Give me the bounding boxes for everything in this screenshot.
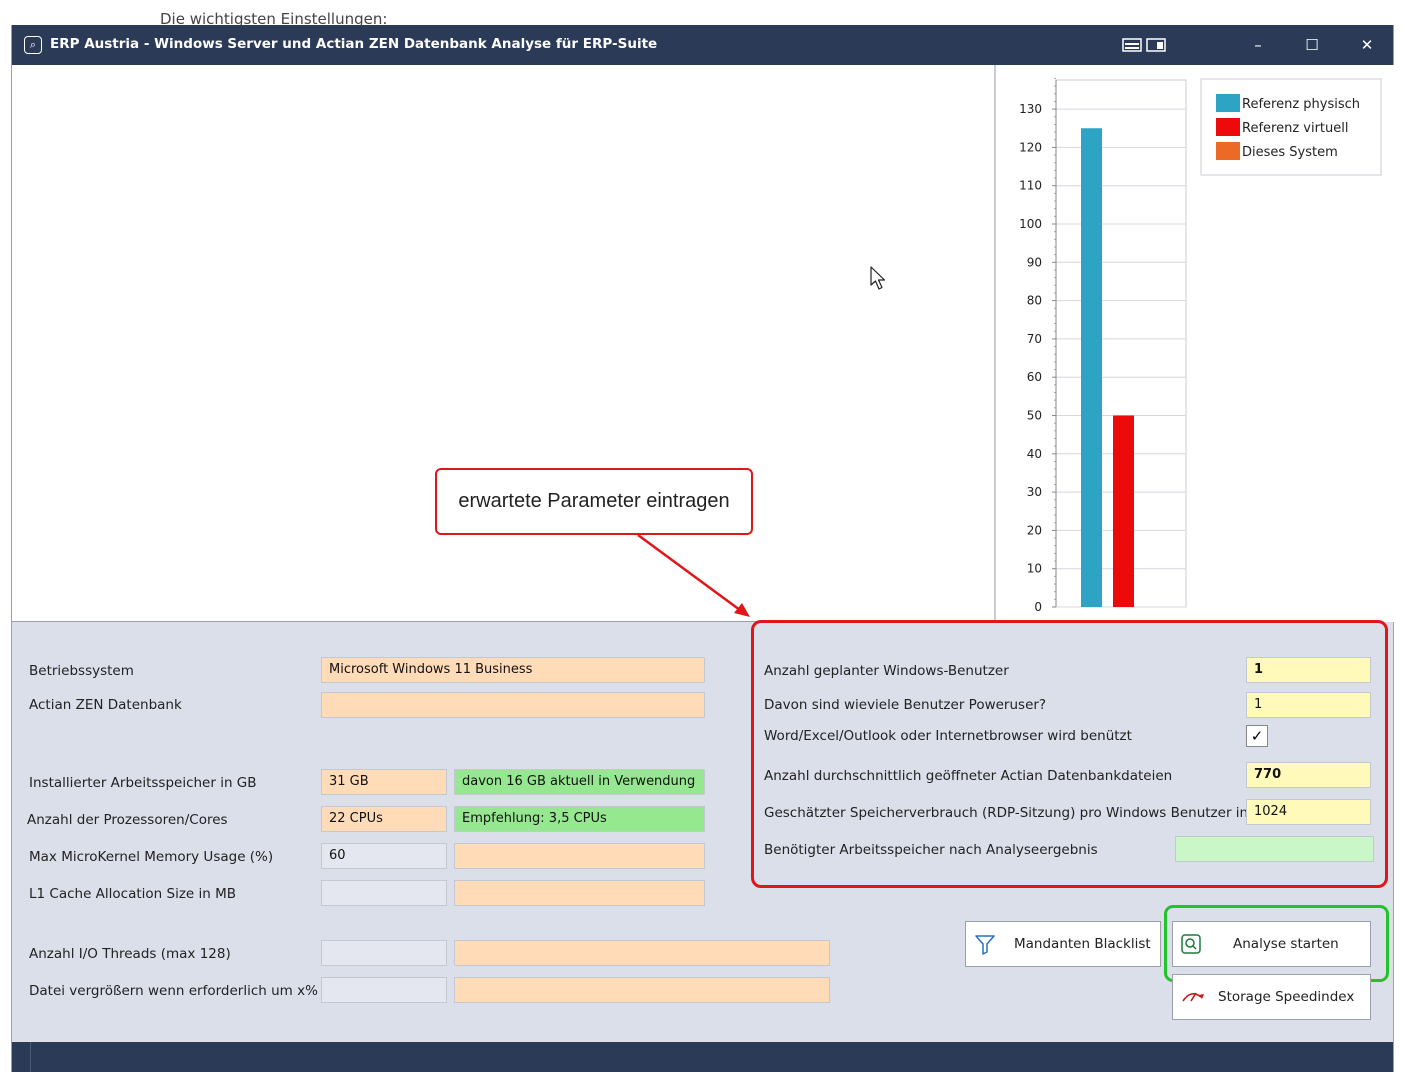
- background-window-text: Die wichtigsten Einstellungen:: [160, 10, 388, 26]
- y-tick-label: 40: [1027, 447, 1042, 461]
- cpu-field[interactable]: 22 CPUs: [321, 806, 447, 832]
- maximize-button[interactable]: ☐: [1300, 33, 1324, 57]
- analysis-window: ⌕ ERP Austria - Windows Server und Actia…: [11, 25, 1394, 1072]
- chart-svg: 0 10 20 30 40 50 60 70 80 90 100 110 120 130 Referenz …: [1019, 77, 1382, 614]
- layout-icon[interactable]: [1122, 37, 1166, 53]
- windows-users-field[interactable]: 1: [1246, 657, 1371, 683]
- legend-label: Dieses System: [1242, 145, 1338, 160]
- storage-speedindex-label: Storage Speedindex: [1218, 989, 1355, 1005]
- db-files-label: Anzahl durchschnittlich geöffneter Actia…: [764, 768, 1173, 784]
- mandanten-blacklist-button[interactable]: Mandanten Blacklist: [965, 921, 1161, 967]
- poweruser-field[interactable]: 1: [1246, 692, 1371, 718]
- db-files-field[interactable]: 770: [1246, 762, 1371, 788]
- office-usage-label: Word/Excel/Outlook oder Internetbrowser …: [764, 728, 1132, 744]
- legend-label: Referenz physisch: [1242, 97, 1360, 112]
- microkernel-memory-label: Max MicroKernel Memory Usage (%): [29, 849, 274, 865]
- result-memory-label: Benötigter Arbeitsspeicher nach Analysee…: [764, 842, 1098, 858]
- legend-swatch: [1216, 118, 1240, 136]
- ram-label: Installierter Arbeitsspeicher in GB: [29, 775, 257, 791]
- y-tick-label: 130: [1019, 102, 1042, 116]
- filter-icon: [975, 935, 995, 955]
- mandanten-blacklist-label: Mandanten Blacklist: [1014, 936, 1151, 952]
- status-bar: [12, 1042, 1393, 1072]
- y-tick-label: 50: [1027, 409, 1042, 423]
- speedometer-icon: [1182, 992, 1204, 1002]
- legend-swatch: [1216, 142, 1240, 160]
- l1-cache-label: L1 Cache Allocation Size in MB: [29, 886, 237, 902]
- window-title: ERP Austria - Windows Server und Actian …: [50, 36, 658, 52]
- file-grow-label: Datei vergrößern wenn erforderlich um x%: [29, 983, 318, 999]
- legend-label: Referenz virtuell: [1242, 121, 1348, 136]
- windows-users-label: Anzahl geplanter Windows-Benutzer: [764, 663, 1009, 679]
- y-tick-label: 0: [1034, 600, 1042, 614]
- actian-label: Actian ZEN Datenbank: [29, 697, 182, 713]
- memory-chart: 0 10 20 30 40 50 60 70 80 90 100 110 120 130 Referenz …: [994, 65, 1394, 622]
- ram-field[interactable]: 31 GB: [321, 769, 447, 795]
- poweruser-label: Davon sind wieviele Benutzer Poweruser?: [764, 697, 1047, 713]
- microkernel-memory-info-field: [454, 843, 705, 869]
- cpu-label: Anzahl der Prozessoren/Cores: [27, 812, 228, 828]
- betriebssystem-label: Betriebssystem: [29, 663, 134, 679]
- mouse-cursor-icon: [870, 266, 886, 290]
- callout-box: erwartete Parameter eintragen: [435, 468, 753, 535]
- title-bar[interactable]: ⌕ ERP Austria - Windows Server und Actia…: [12, 25, 1393, 65]
- io-threads-field[interactable]: [321, 940, 447, 966]
- legend-swatch: [1216, 94, 1240, 112]
- status-bar-divider: [30, 1042, 31, 1072]
- bar-referenz-virtuell: [1113, 415, 1134, 607]
- y-tick-label: 60: [1027, 370, 1042, 384]
- microkernel-memory-field[interactable]: 60: [321, 843, 447, 869]
- io-threads-label: Anzahl I/O Threads (max 128): [29, 946, 231, 962]
- actian-field[interactable]: [321, 692, 705, 718]
- analyse-starten-label: Analyse starten: [1233, 936, 1339, 952]
- office-usage-checkbox[interactable]: ✓: [1246, 725, 1268, 747]
- y-tick-label: 70: [1027, 332, 1042, 346]
- y-tick-label: 120: [1019, 140, 1042, 154]
- result-memory-field: [1175, 836, 1374, 862]
- io-threads-info-field: [454, 940, 830, 966]
- y-tick-label: 10: [1027, 562, 1042, 576]
- file-grow-info-field: [454, 977, 830, 1003]
- l1-cache-field[interactable]: [321, 880, 447, 906]
- close-button[interactable]: ✕: [1355, 33, 1379, 57]
- betriebssystem-field[interactable]: Microsoft Windows 11 Business: [321, 657, 705, 683]
- l1-cache-info-field: [454, 880, 705, 906]
- rdp-memory-field[interactable]: 1024: [1246, 799, 1371, 825]
- search-icon: [1181, 934, 1201, 954]
- minimize-button[interactable]: –: [1246, 33, 1270, 57]
- cpu-info-field: Empfehlung: 3,5 CPUs: [454, 806, 705, 832]
- y-tick-label: 80: [1027, 294, 1042, 308]
- y-tick-label: 90: [1027, 255, 1042, 269]
- analyse-starten-button[interactable]: Analyse starten: [1172, 921, 1371, 967]
- search-app-icon: ⌕: [24, 36, 42, 54]
- file-grow-field[interactable]: [321, 977, 447, 1003]
- y-tick-label: 20: [1027, 523, 1042, 537]
- bar-referenz-physisch: [1081, 128, 1102, 607]
- y-tick-label: 100: [1019, 217, 1042, 231]
- rdp-memory-label: Geschätzter Speicherverbrauch (RDP-Sitzu…: [764, 805, 1274, 821]
- storage-speedindex-button[interactable]: Storage Speedindex: [1172, 974, 1371, 1020]
- y-tick-label: 30: [1027, 485, 1042, 499]
- ram-info-field: davon 16 GB aktuell in Verwendung: [454, 769, 705, 795]
- info-panel: [12, 65, 994, 622]
- y-tick-label: 110: [1019, 179, 1042, 193]
